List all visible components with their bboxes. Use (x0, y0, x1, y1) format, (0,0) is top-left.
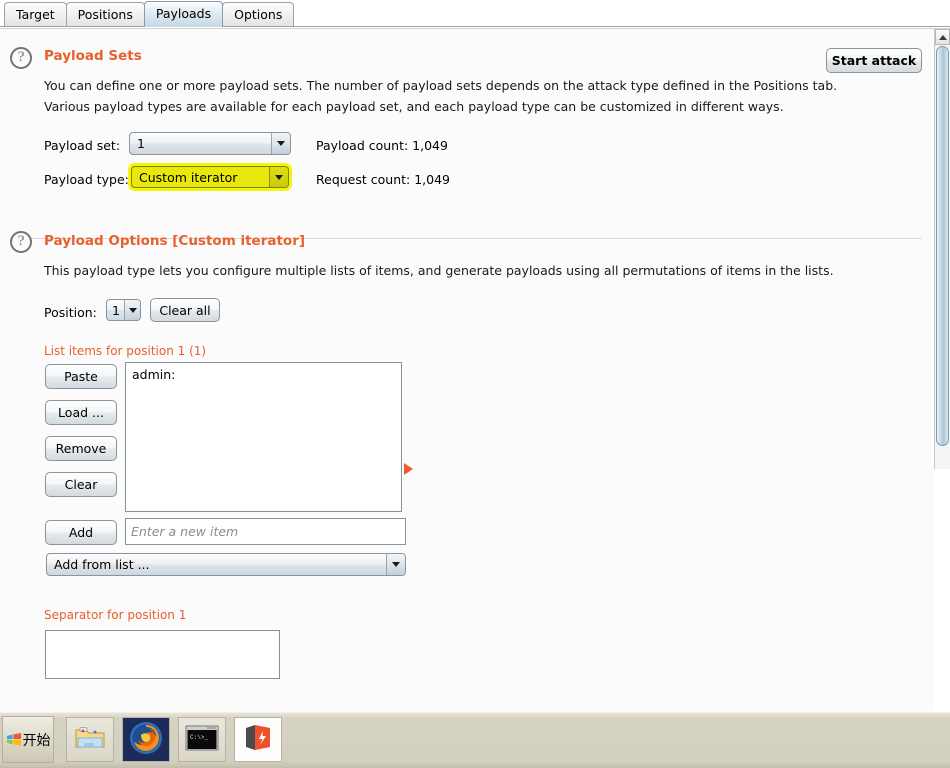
question-mark-icon[interactable]: ? (10, 231, 32, 253)
add-from-list-dropdown[interactable]: Add from list ... (46, 553, 406, 576)
taskbar-item-file-explorer[interactable] (66, 717, 114, 762)
payload-items-listbox[interactable]: admin: (125, 362, 402, 512)
load-button[interactable]: Load ... (45, 400, 117, 425)
paste-button[interactable]: Paste (45, 364, 117, 389)
start-attack-button[interactable]: Start attack (826, 48, 922, 73)
position-dropdown[interactable]: 1 (106, 299, 141, 321)
list-item[interactable]: admin: (132, 367, 395, 382)
vertical-scrollbar[interactable] (934, 29, 950, 469)
add-from-list-label: Add from list ... (54, 557, 150, 572)
payload-set-label: Payload set: (44, 138, 121, 153)
tab-positions[interactable]: Positions (65, 2, 145, 27)
question-mark-icon[interactable]: ? (10, 47, 32, 69)
add-button[interactable]: Add (45, 520, 117, 545)
chevron-down-icon[interactable] (124, 300, 140, 320)
list-items-label: List items for position 1 (1) (44, 344, 207, 358)
windows-logo-icon (6, 732, 22, 747)
chevron-down-icon[interactable] (271, 133, 290, 154)
payload-set-dropdown[interactable]: 1 (129, 132, 291, 155)
payloads-panel-content: ? Payload Sets Start attack You can defi… (0, 29, 935, 711)
firefox-icon (128, 720, 164, 760)
start-button-label: 开始 (22, 732, 51, 749)
tab-options[interactable]: Options (222, 2, 295, 27)
taskbar-item-terminal[interactable]: C:\>_ (178, 717, 226, 762)
svg-text:C:\>_: C:\>_ (190, 734, 208, 741)
payload-options-title: Payload Options [Custom iterator] (44, 233, 306, 249)
scrollbar-thumb[interactable] (936, 46, 949, 446)
position-value: 1 (112, 302, 120, 318)
separator-label: Separator for position 1 (44, 608, 187, 622)
payload-sets-title: Payload Sets (44, 48, 142, 64)
payload-sets-description-line-2: Various payload types are available for … (44, 99, 784, 114)
terminal-icon: C:\>_ (185, 725, 219, 755)
burp-suite-window: Target Positions Payloads Options ? Payload… (0, 0, 950, 768)
right-arrow-icon (404, 463, 413, 475)
payload-sets-description-line-1: You can define one or more payload sets.… (44, 78, 838, 93)
payload-type-value: Custom iterator (139, 169, 238, 185)
tab-bar: Target Positions Payloads Options (0, 0, 950, 28)
remove-button[interactable]: Remove (45, 436, 117, 461)
scroll-up-button[interactable] (935, 29, 950, 45)
clear-button[interactable]: Clear (45, 472, 117, 497)
taskbar-item-firefox[interactable] (122, 717, 170, 762)
payload-options-description: This payload type lets you configure mul… (44, 263, 834, 278)
payload-type-dropdown[interactable]: Custom iterator (131, 166, 289, 188)
payloads-panel: ? Payload Sets Start attack You can defi… (0, 28, 950, 711)
separator-input[interactable] (45, 630, 280, 679)
taskbar: 开始 C:\>_ (0, 712, 950, 768)
payload-type-label: Payload type: (44, 172, 129, 187)
chevron-down-icon[interactable] (269, 167, 288, 187)
scrollbar-empty-area (934, 469, 950, 711)
folder-icon (74, 725, 106, 755)
tab-target[interactable]: Target (4, 2, 67, 27)
clear-all-button[interactable]: Clear all (150, 298, 220, 322)
chevron-down-icon[interactable] (386, 554, 405, 575)
request-count-label: Request count: 1,049 (316, 172, 450, 187)
burp-suite-icon (243, 723, 273, 757)
start-button[interactable]: 开始 (2, 716, 54, 763)
taskbar-item-burp-suite[interactable] (234, 717, 282, 762)
payload-set-value: 1 (137, 136, 145, 151)
payload-count-label: Payload count: 1,049 (316, 138, 448, 153)
tab-payloads[interactable]: Payloads (143, 1, 224, 27)
add-item-input[interactable]: Enter a new item (125, 518, 406, 545)
position-label: Position: (44, 305, 97, 320)
